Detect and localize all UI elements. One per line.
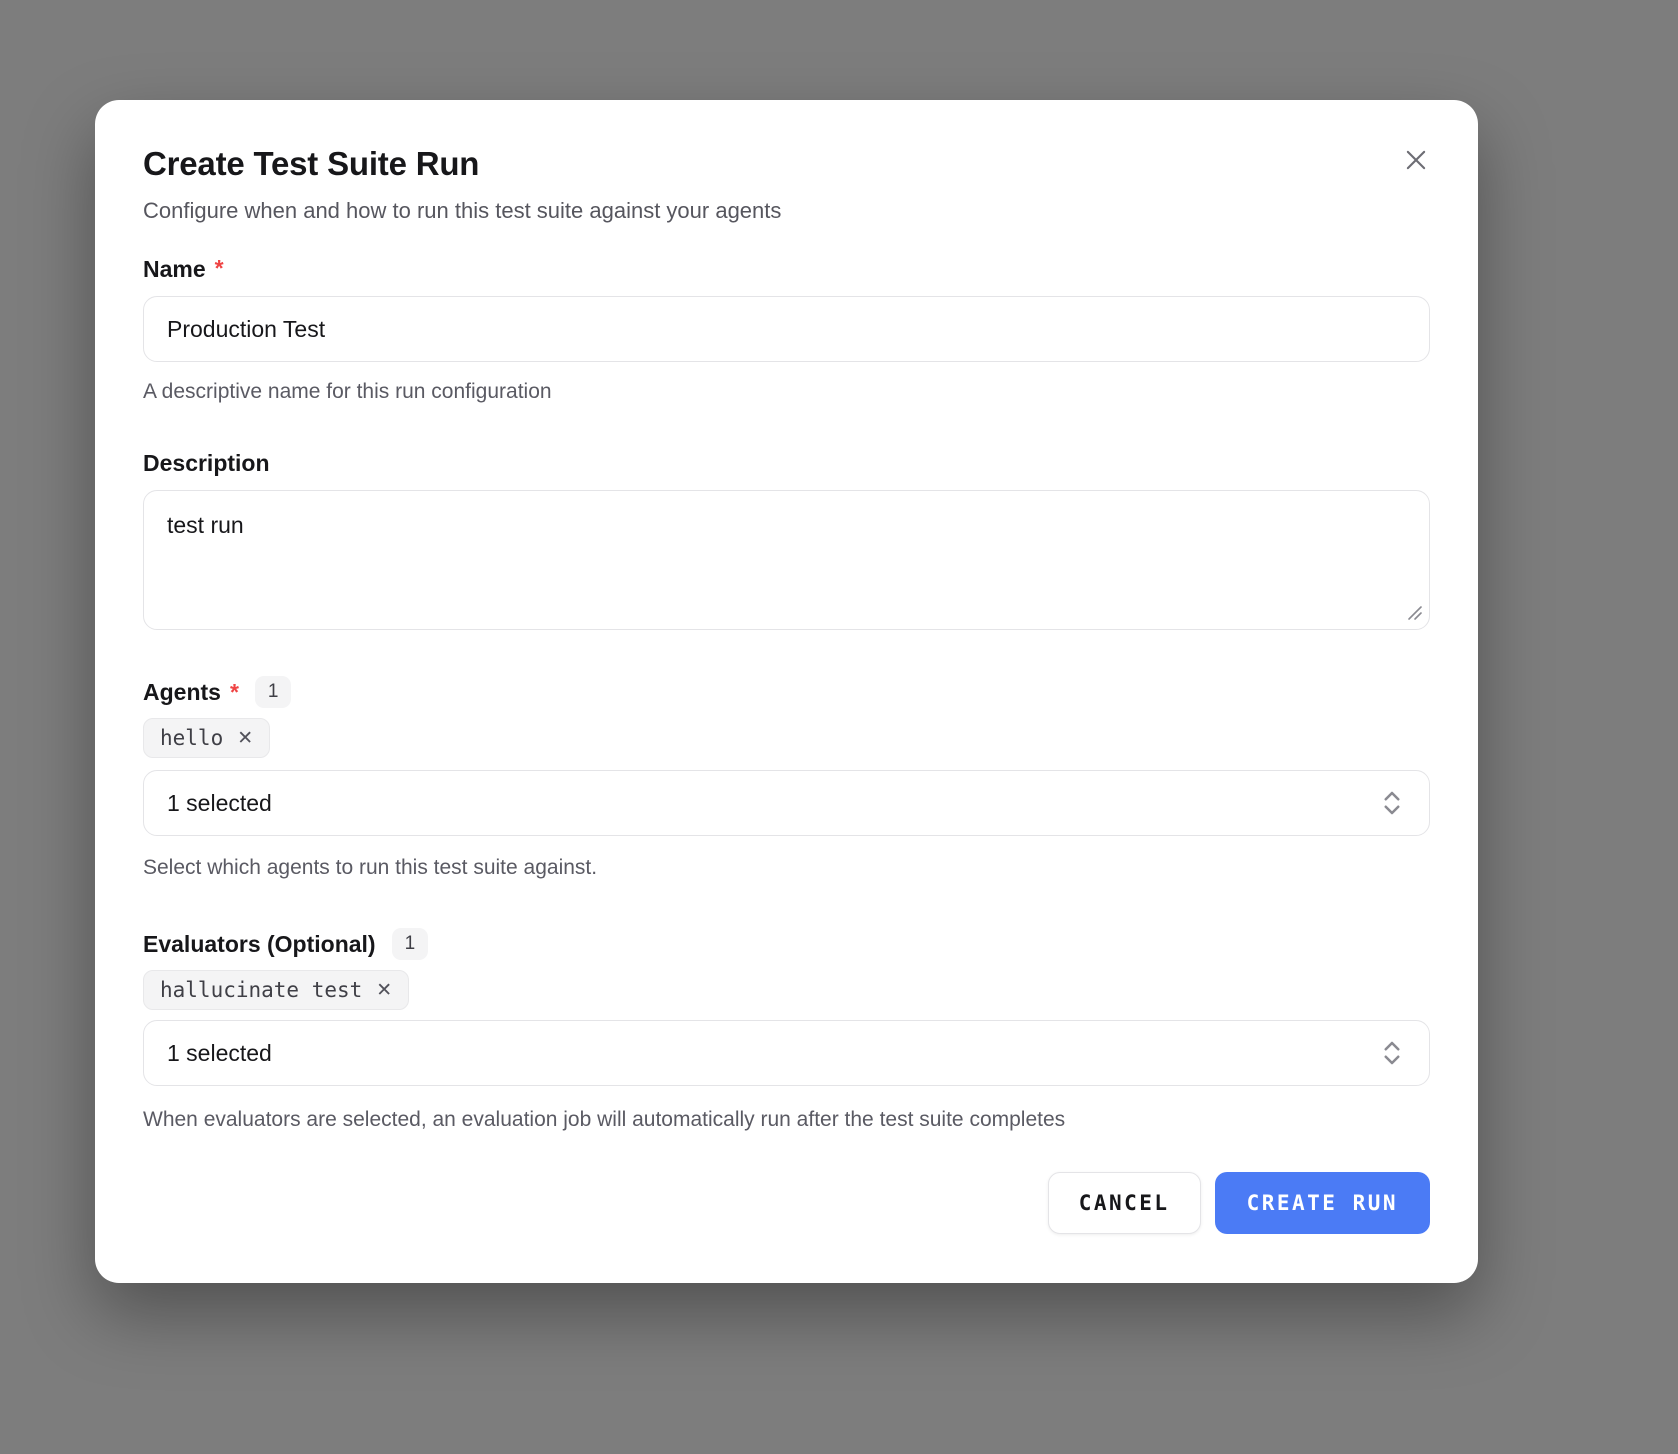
- agents-label: Agents: [143, 679, 221, 705]
- create-run-button[interactable]: CREATE RUN: [1215, 1172, 1430, 1234]
- description-textarea[interactable]: test run: [143, 490, 1430, 630]
- evaluators-label: Evaluators (Optional): [143, 931, 376, 957]
- evaluators-select-value: 1 selected: [167, 1040, 272, 1067]
- name-label-row: Name *: [143, 255, 1430, 282]
- name-helper-text: A descriptive name for this run configur…: [143, 380, 1430, 404]
- agents-chips-row: hello ✕: [143, 718, 1430, 758]
- name-label: Name: [143, 256, 206, 282]
- evaluators-count-badge: 1: [392, 928, 429, 960]
- agent-chip: hello ✕: [143, 718, 270, 758]
- description-label: Description: [143, 450, 270, 476]
- name-input[interactable]: [143, 296, 1430, 362]
- evaluator-chip-remove-icon[interactable]: ✕: [376, 981, 392, 1000]
- chevrons-up-down-icon: [1377, 788, 1407, 818]
- evaluators-chips-row: hallucinate test ✕: [143, 970, 1430, 1010]
- description-textarea-wrap: test run: [143, 490, 1430, 630]
- evaluator-chip: hallucinate test ✕: [143, 970, 409, 1010]
- evaluators-label-row: Evaluators (Optional) 1: [143, 928, 1430, 960]
- evaluators-helper-text: When evaluators are selected, an evaluat…: [143, 1108, 1430, 1132]
- close-button[interactable]: [1396, 140, 1436, 180]
- agent-chip-remove-icon[interactable]: ✕: [237, 729, 253, 748]
- agents-label-row: Agents * 1: [143, 676, 1430, 708]
- cancel-button[interactable]: CANCEL: [1048, 1172, 1201, 1234]
- dialog-footer: CANCEL CREATE RUN: [143, 1172, 1430, 1234]
- create-test-suite-run-dialog: Create Test Suite Run Configure when and…: [95, 100, 1478, 1283]
- description-label-row: Description: [143, 450, 1430, 476]
- agents-select-value: 1 selected: [167, 790, 272, 817]
- agent-chip-label: hello: [160, 726, 223, 750]
- agents-select[interactable]: 1 selected: [143, 770, 1430, 836]
- agents-helper-text: Select which agents to run this test sui…: [143, 856, 1430, 880]
- chevrons-up-down-icon: [1377, 1038, 1407, 1068]
- dialog-title: Create Test Suite Run: [143, 145, 1430, 183]
- dialog-subtitle: Configure when and how to run this test …: [143, 197, 1430, 225]
- evaluators-select[interactable]: 1 selected: [143, 1020, 1430, 1086]
- agents-count-badge: 1: [255, 676, 292, 708]
- agents-required-asterisk: *: [230, 679, 239, 706]
- close-icon: [1401, 145, 1431, 175]
- name-required-asterisk: *: [215, 255, 224, 282]
- evaluator-chip-label: hallucinate test: [160, 978, 362, 1002]
